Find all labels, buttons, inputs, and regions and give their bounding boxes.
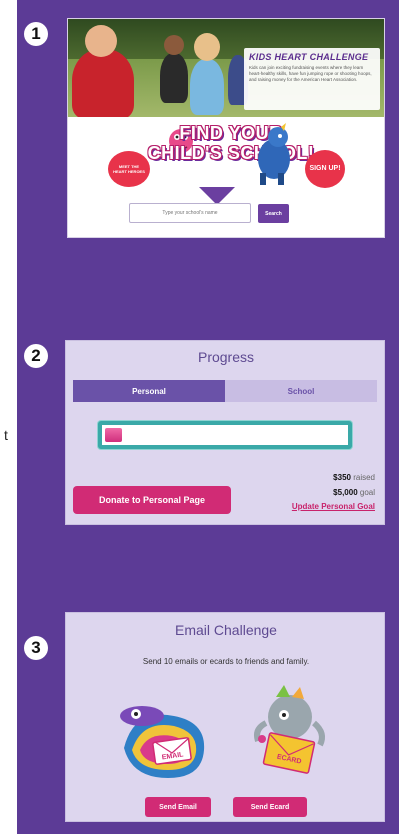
hero-kid-1-head [85, 25, 117, 57]
tab-school[interactable]: School [225, 380, 377, 402]
progress-bar [98, 421, 352, 449]
find-school-panel: KIDS HEART CHALLENGE Kids can join excit… [67, 18, 385, 238]
update-personal-goal-link[interactable]: Update Personal Goal [292, 502, 375, 511]
hero-kid-3-head [194, 33, 220, 61]
progress-title: Progress [197, 349, 255, 365]
ecard-mascot-illustration: ECARD [254, 685, 325, 774]
progress-panel: Progress Personal School $350 raised $5,… [65, 340, 385, 525]
find-school-graphic: MEET THE HEART HEROES FIND YOUR CHILD'S … [68, 117, 384, 237]
unicorn-mascot-icon [258, 123, 290, 185]
raised-amount: $350 raised [333, 473, 375, 482]
goal-amount: $5,000 goal [333, 488, 375, 497]
sign-up-bubble[interactable]: SIGN UP! [305, 150, 345, 188]
search-button[interactable]: Search [258, 204, 289, 223]
send-email-button[interactable]: Send Email [145, 797, 211, 817]
edge-text-fragment: t [4, 427, 8, 443]
raised-label: raised [353, 473, 375, 482]
send-ecard-button[interactable]: Send Ecard [233, 797, 307, 817]
hero-kid-2-head [164, 35, 184, 55]
email-mascot-illustration: EMAIL [120, 706, 205, 778]
hero-photo: KIDS HEART CHALLENGE Kids can join excit… [68, 19, 384, 117]
step-1-badge: 1 [24, 22, 48, 46]
goal-label: goal [359, 488, 375, 497]
hero-kid-2 [160, 53, 188, 103]
hero-kid-3 [190, 59, 224, 115]
kids-heart-challenge-text: Kids can join exciting fundraising event… [249, 65, 372, 82]
heart-heroes-bubble[interactable]: MEET THE HEART HEROES [108, 151, 150, 187]
step-2-badge: 2 [24, 344, 48, 368]
hero-kid-1 [72, 49, 134, 117]
email-challenge-panel: Email Challenge Send 10 emails or ecards… [65, 612, 385, 822]
raised-value: $350 [333, 473, 351, 482]
kids-heart-challenge-title: KIDS HEART CHALLENGE [249, 52, 369, 62]
goal-value: $5,000 [333, 488, 358, 497]
kids-heart-challenge-card: KIDS HEART CHALLENGE Kids can join excit… [244, 48, 380, 110]
tab-personal[interactable]: Personal [73, 380, 225, 402]
email-challenge-subtitle: Send 10 emails or ecards to friends and … [142, 657, 310, 666]
donate-to-personal-page-button[interactable]: Donate to Personal Page [73, 486, 231, 514]
school-search-input[interactable] [129, 203, 251, 223]
email-challenge-title: Email Challenge [175, 622, 277, 638]
step-3-badge: 3 [24, 636, 48, 660]
progress-bar-fill [105, 428, 122, 442]
